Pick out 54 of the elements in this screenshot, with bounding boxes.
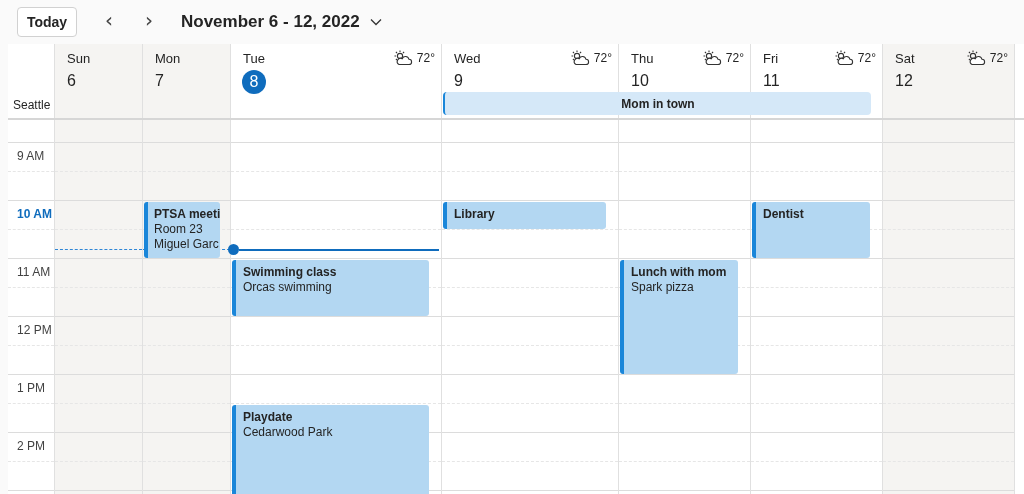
temperature: 72° xyxy=(593,51,612,65)
time-zone-label: Seattle xyxy=(13,98,51,112)
day-name: Wed xyxy=(454,50,481,66)
event-detail: Spark pizza xyxy=(631,280,694,295)
day-date[interactable]: 11 xyxy=(763,70,780,92)
calendar-event[interactable]: Playdate Cedarwood Park xyxy=(232,405,429,494)
hour-label: 1 PM xyxy=(17,381,45,395)
temperature: 72° xyxy=(857,51,876,65)
day-date[interactable]: 10 xyxy=(631,70,649,92)
temperature: 72° xyxy=(989,51,1008,65)
day-name: Sat xyxy=(895,50,915,66)
hour-label: 12 PM xyxy=(17,323,52,337)
day-date[interactable]: 6 xyxy=(67,70,76,92)
event-detail: Room 23 xyxy=(154,222,203,237)
day-name: Fri xyxy=(763,50,779,66)
chevron-down-icon xyxy=(369,18,382,26)
event-detail: Miguel Garc xyxy=(154,237,219,252)
day-date[interactable]: 7 xyxy=(155,70,164,92)
partly-cloudy-icon xyxy=(965,50,986,66)
event-title: PTSA meeti xyxy=(154,207,220,222)
day-date[interactable]: 9 xyxy=(454,70,463,92)
event-title: Lunch with mom xyxy=(631,265,727,280)
calendar-event[interactable]: Dentist xyxy=(752,202,870,258)
next-week-button[interactable]: › xyxy=(131,7,167,37)
calendar-event[interactable]: Library xyxy=(443,202,606,229)
event-title: Swimming class xyxy=(243,265,337,280)
calendar-event[interactable]: Swimming class Orcas swimming xyxy=(232,260,429,316)
event-detail: Cedarwood Park xyxy=(243,425,333,440)
temperature: 72° xyxy=(416,51,435,65)
date-range-dropdown[interactable]: November 6 - 12, 2022 xyxy=(177,12,386,32)
partly-cloudy-icon xyxy=(392,50,413,66)
partly-cloudy-icon xyxy=(701,50,722,66)
event-detail: Orcas swimming xyxy=(243,280,332,295)
partly-cloudy-icon xyxy=(569,50,590,66)
today-button[interactable]: Today xyxy=(17,7,77,37)
calendar-event[interactable]: Lunch with mom Spark pizza xyxy=(620,260,738,374)
day-date[interactable]: 12 xyxy=(895,70,913,92)
day-name: Sun xyxy=(67,50,91,66)
event-title: Dentist xyxy=(763,207,804,222)
day-name: Mon xyxy=(155,50,181,66)
hour-label: 11 AM xyxy=(17,265,51,279)
hour-label: 10 AM xyxy=(17,207,52,221)
event-title: Playdate xyxy=(243,410,293,425)
day-name: Thu xyxy=(631,50,654,66)
previous-week-button[interactable]: ‹ xyxy=(91,7,127,37)
today-date-badge[interactable]: 8 xyxy=(242,70,266,94)
hour-label: 2 PM xyxy=(17,439,45,453)
event-title: Library xyxy=(454,207,495,222)
day-name: Tue xyxy=(243,50,265,66)
hour-label: 9 AM xyxy=(17,149,45,163)
partly-cloudy-icon xyxy=(833,50,854,66)
calendar-event[interactable]: PTSA meeti Room 23 Miguel Garc xyxy=(144,202,220,258)
temperature: 72° xyxy=(725,51,744,65)
all-day-event[interactable]: Mom in town xyxy=(443,92,871,115)
